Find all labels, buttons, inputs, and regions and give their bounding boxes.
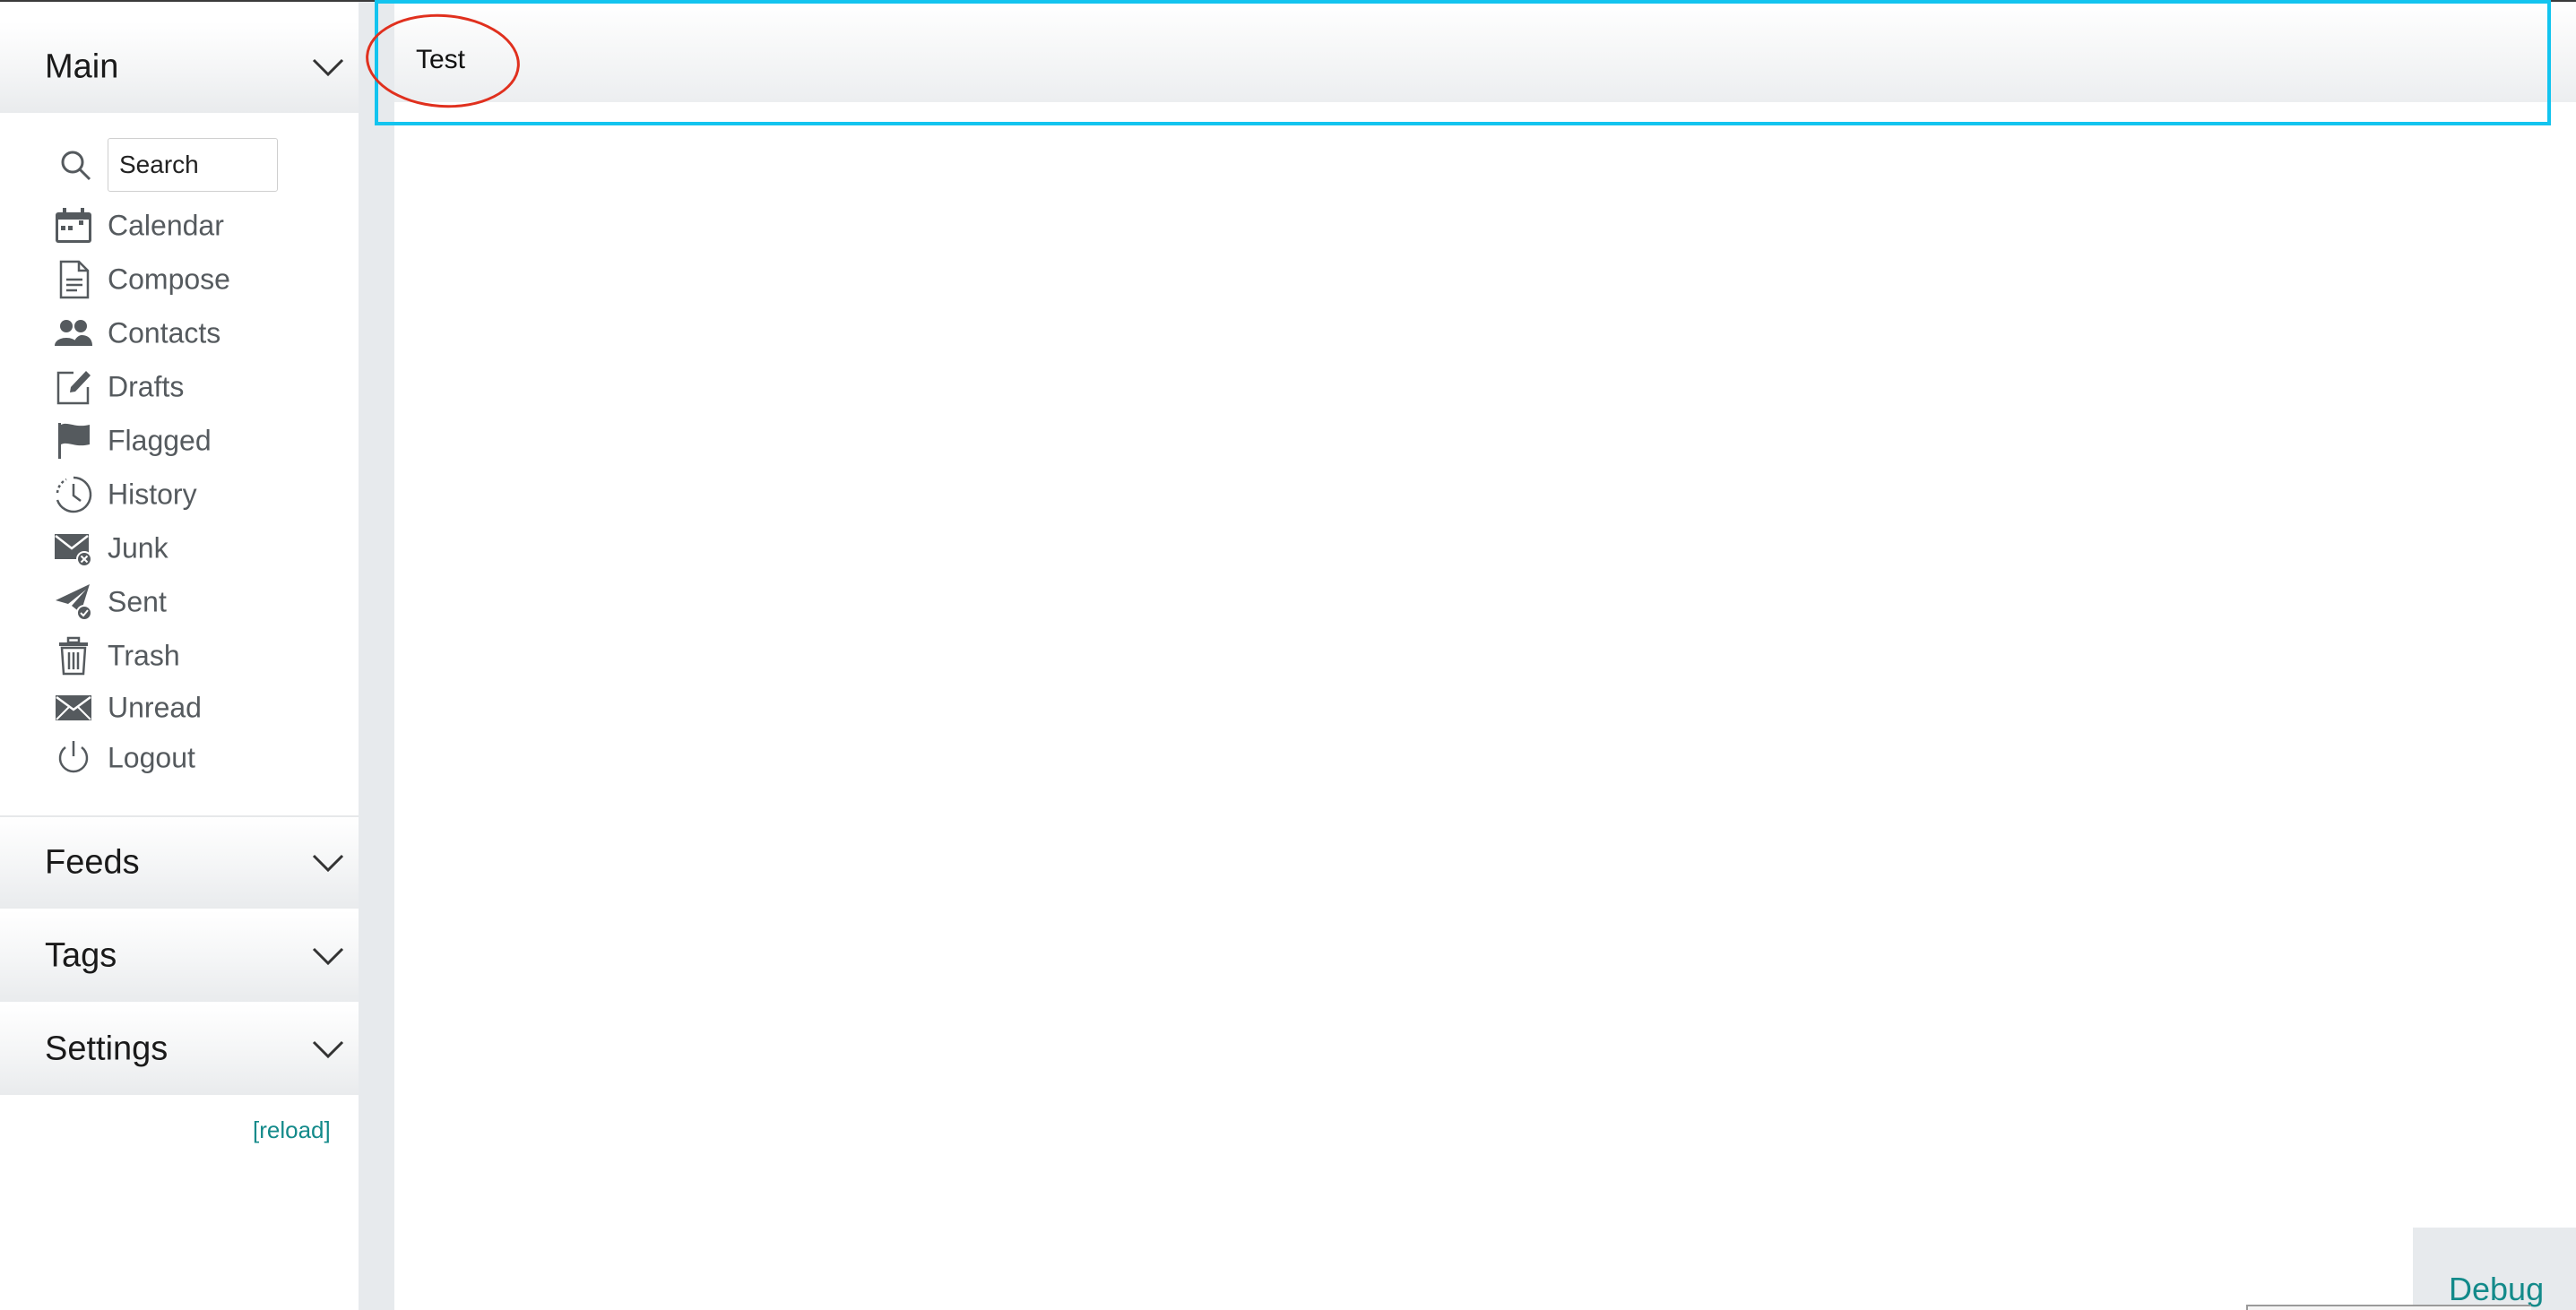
section-header-feeds[interactable]: Feeds <box>0 817 359 909</box>
menu-item-contacts[interactable]: Contacts <box>54 308 341 358</box>
section-title-feeds: Feeds <box>45 843 140 882</box>
debug-panel-edge <box>2246 1305 2531 1310</box>
search-icon <box>61 151 91 181</box>
envelope-x-icon <box>55 534 92 567</box>
menu-item-label: Logout <box>108 741 195 774</box>
clock-icon <box>56 476 92 513</box>
chevron-down-icon <box>312 854 344 873</box>
menu-item-label: Flagged <box>108 424 212 457</box>
page-title: Test <box>416 45 466 74</box>
menu-item-label: History <box>108 478 197 511</box>
trash-icon <box>59 636 88 676</box>
menu-item-label: Trash <box>108 639 180 672</box>
menu-item-calendar[interactable]: Calendar <box>54 201 341 251</box>
content-header: Test <box>394 2 2576 102</box>
menu-item-label: Contacts <box>108 316 221 349</box>
reload-link[interactable]: [reload] <box>253 1116 331 1144</box>
sidebar-gutter <box>359 2 394 1310</box>
debug-label[interactable]: Debug <box>2449 1271 2544 1308</box>
sidebar: Main Calendar <box>0 2 359 1310</box>
menu-item-junk[interactable]: Junk <box>54 523 341 573</box>
section-header-tags[interactable]: Tags <box>0 910 359 1002</box>
flag-icon <box>58 423 90 459</box>
menu-item-label: Unread <box>108 691 202 724</box>
menu-item-label: Compose <box>108 263 230 296</box>
search-row <box>57 138 344 192</box>
section-title-settings: Settings <box>45 1030 169 1068</box>
chevron-down-icon <box>312 947 344 966</box>
document-icon <box>59 260 90 299</box>
menu-item-label: Drafts <box>108 370 185 403</box>
calendar-icon <box>56 208 91 243</box>
edit-icon <box>56 371 91 405</box>
search-input[interactable] <box>108 138 278 192</box>
menu-item-sent[interactable]: Sent <box>54 577 341 627</box>
power-icon <box>58 741 89 773</box>
section-title-tags: Tags <box>45 936 117 975</box>
menu-item-label: Junk <box>108 531 169 565</box>
menu-item-compose[interactable]: Compose <box>54 254 341 305</box>
envelope-icon <box>56 695 91 720</box>
people-icon <box>55 320 92 346</box>
chevron-down-icon <box>312 1040 344 1059</box>
menu-item-flagged[interactable]: Flagged <box>54 416 341 466</box>
debug-tab[interactable]: Debug <box>2413 1228 2576 1310</box>
chevron-down-icon <box>312 58 344 77</box>
menu-item-drafts[interactable]: Drafts <box>54 362 341 412</box>
content-area: Test <box>394 2 2576 1310</box>
section-title-main: Main <box>45 47 119 86</box>
menu-item-unread[interactable]: Unread <box>54 683 341 733</box>
section-header-settings[interactable]: Settings <box>0 1004 359 1095</box>
menu-item-trash[interactable]: Trash <box>54 631 341 681</box>
menu-item-logout[interactable]: Logout <box>54 733 341 783</box>
section-header-main[interactable]: Main <box>0 22 359 113</box>
send-check-icon <box>56 584 92 621</box>
menu-item-label: Sent <box>108 585 167 618</box>
menu-item-label: Calendar <box>108 209 224 242</box>
menu-item-history[interactable]: History <box>54 470 341 520</box>
